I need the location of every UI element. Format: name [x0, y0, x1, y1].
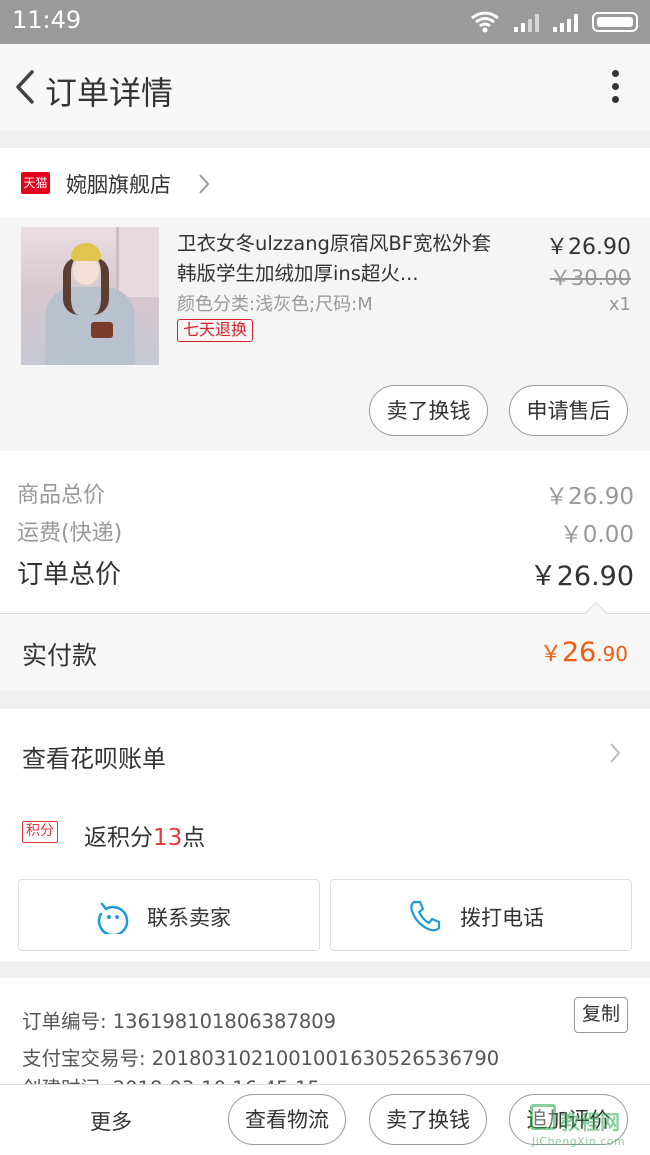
watermark-logo: 教程网 JiChengXin.com	[530, 1104, 646, 1152]
amount-paid-value: ￥26.90	[539, 637, 628, 668]
call-phone-button[interactable]: 拨打电话	[330, 879, 632, 951]
status-icons	[470, 10, 638, 34]
order-number: 订单编号: 136198101806387809	[22, 1010, 337, 1033]
amount-paid-label: 实付款	[22, 641, 98, 670]
huabei-bill-link[interactable]: 查看花呗账单	[22, 739, 166, 774]
back-arrow-icon[interactable]	[8, 66, 42, 108]
shipping-value: ￥0.00	[559, 522, 634, 548]
copy-button[interactable]: 复制	[574, 997, 628, 1033]
after-sale-button[interactable]: 申请售后	[509, 385, 628, 436]
product-item[interactable]: 卫衣女冬ulzzang原宿风BF宽松外套韩版学生加绒加厚ins超火... 颜色分…	[0, 218, 650, 451]
more-button[interactable]: 更多	[90, 1106, 132, 1136]
view-logistics-button[interactable]: 查看物流	[228, 1094, 346, 1145]
shop-name[interactable]: 婉胭旗舰店	[66, 169, 171, 199]
chat-bubble-icon	[97, 902, 129, 934]
chevron-right-icon[interactable]	[608, 741, 622, 765]
points-icon: 积分	[22, 821, 58, 843]
product-title[interactable]: 卫衣女冬ulzzang原宿风BF宽松外套韩版学生加绒加厚ins超火...	[177, 229, 497, 289]
shipping-label: 运费(快递)	[17, 521, 123, 546]
original-price: ￥30.00	[549, 266, 631, 290]
order-total-value: ￥26.90	[529, 561, 634, 592]
return-policy-badge: 七天退换	[177, 319, 254, 342]
shop-card: 天猫 婉胭旗舰店 卫衣女冬ulzzang原宿风BF宽松外套韩版学生加绒加厚ins…	[0, 148, 650, 451]
product-quantity: x1	[608, 294, 631, 315]
product-price: ￥26.90	[546, 235, 631, 260]
shop-header[interactable]: 天猫 婉胭旗舰店	[0, 148, 650, 218]
amount-paid-row: 实付款 ￥26.90	[0, 601, 650, 691]
status-time: 11:49	[12, 6, 82, 34]
status-bar: 11:49	[0, 0, 650, 44]
signal-icon-2	[553, 12, 578, 32]
contact-seller-label: 联系卖家	[147, 906, 231, 930]
call-phone-label: 拨打电话	[460, 906, 544, 930]
product-thumbnail[interactable]	[21, 227, 159, 365]
watermark-text: 教程网	[560, 1110, 620, 1134]
wifi-icon	[471, 11, 499, 33]
sell-item-button[interactable]: 卖了换钱	[369, 385, 488, 436]
extras-section: 查看花呗账单 积分 返积分13点 联系卖家 拨打电话	[0, 709, 650, 961]
phone-icon	[410, 900, 441, 932]
more-options-icon[interactable]	[612, 70, 620, 104]
order-total-label: 订单总价	[17, 560, 122, 590]
tmall-icon: 天猫	[21, 172, 50, 194]
watermark-url: JiChengXin.com	[532, 1135, 626, 1148]
title-bar: 订单详情	[0, 44, 650, 130]
page-title: 订单详情	[45, 74, 174, 112]
price-summary: 商品总价 ￥26.90 运费(快递) ￥0.00 订单总价 ￥26.90	[0, 451, 650, 613]
battery-icon	[592, 12, 638, 32]
signal-icon-1	[514, 12, 539, 32]
goods-total-label: 商品总价	[17, 483, 106, 508]
points-reward-text: 返积分13点	[84, 825, 206, 851]
contact-seller-button[interactable]: 联系卖家	[18, 879, 320, 951]
product-sku: 颜色分类:浅灰色;尺码:M	[177, 294, 373, 315]
chevron-right-icon[interactable]	[197, 172, 211, 196]
order-info: 订单编号: 136198101806387809 复制 支付宝交易号: 2018…	[0, 978, 650, 1088]
alipay-transaction-number: 支付宝交易号: 2018031021001001630526536790	[22, 1047, 500, 1070]
goods-total-value: ￥26.90	[545, 484, 634, 510]
sell-again-button[interactable]: 卖了换钱	[369, 1094, 487, 1145]
